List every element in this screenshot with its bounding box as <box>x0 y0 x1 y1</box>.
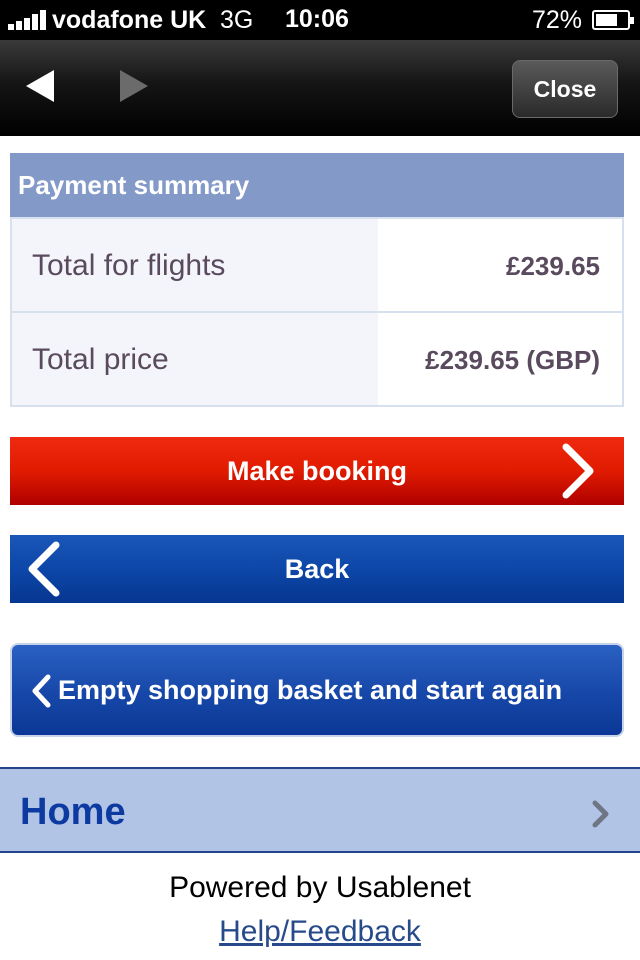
battery-percent: 72% <box>532 6 583 34</box>
status-bar: vodafone UK 3G 10:06 72% <box>0 0 640 40</box>
status-time: 10:06 <box>285 5 349 33</box>
chevron-right-icon <box>562 443 594 499</box>
back-label: Back <box>284 553 350 584</box>
signal-strength-icon <box>8 10 48 30</box>
summary-value: £239.65 <box>378 219 622 311</box>
summary-label: Total for flights <box>12 219 378 311</box>
payment-summary: Payment summary Total for flights £239.6… <box>10 153 624 407</box>
home-link[interactable]: Home <box>0 767 640 853</box>
carrier-name: vodafone UK <box>52 6 207 34</box>
chevron-left-icon <box>32 674 51 708</box>
network-type: 3G <box>220 6 254 34</box>
payment-summary-title: Payment summary <box>10 153 624 217</box>
summary-value: £239.65 (GBP) <box>378 313 622 405</box>
back-button[interactable]: Back <box>10 535 624 603</box>
battery-icon <box>592 10 634 30</box>
summary-row-flights: Total for flights £239.65 <box>12 217 622 311</box>
chevron-left-icon <box>28 541 60 597</box>
home-label: Home <box>20 791 126 833</box>
summary-label: Total price <box>12 313 378 405</box>
summary-row-total: Total price £239.65 (GBP) <box>12 311 622 405</box>
browser-toolbar: Close <box>0 40 640 136</box>
empty-basket-button[interactable]: Empty shopping basket and start again <box>10 643 624 737</box>
close-button[interactable]: Close <box>512 60 618 118</box>
chevron-right-icon <box>592 800 609 828</box>
forward-arrow-icon[interactable] <box>112 66 152 106</box>
empty-basket-label: Empty shopping basket and start again <box>58 675 563 705</box>
make-booking-button[interactable]: Make booking <box>10 437 624 505</box>
powered-by-text: Powered by Usablenet <box>169 871 471 904</box>
back-arrow-icon[interactable] <box>22 66 62 106</box>
make-booking-label: Make booking <box>226 455 408 486</box>
help-feedback-link[interactable]: Help/Feedback <box>0 915 640 949</box>
